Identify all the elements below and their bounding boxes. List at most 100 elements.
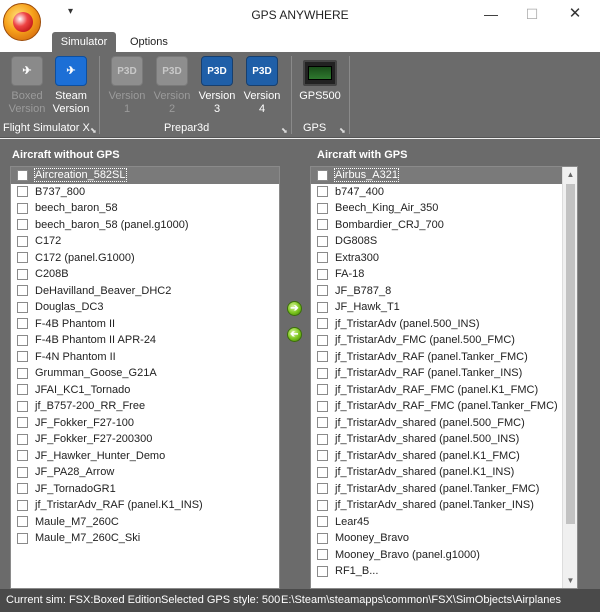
list-item[interactable]: jf_TristarAdv_RAF_FMC (panel.K1_FMC)	[311, 382, 577, 399]
checkbox[interactable]	[17, 202, 28, 214]
checkbox[interactable]	[17, 301, 28, 313]
checkbox[interactable]	[317, 483, 328, 495]
list-item[interactable]: JF_B787_8	[311, 283, 577, 300]
aircraft-with-gps-list[interactable]: Airbus_A321 b747_400 Beech_King_Air_350 Bom…	[310, 166, 578, 589]
maximize-button[interactable]: ☐	[517, 4, 547, 24]
scrollbar-thumb[interactable]	[566, 184, 575, 524]
checkbox[interactable]	[17, 384, 28, 396]
list-item[interactable]: Mooney_Bravo (panel.g1000)	[311, 547, 577, 564]
list-item[interactable]: F-4B Phantom II APR-24	[11, 332, 279, 349]
list-item[interactable]: Douglas_DC3	[11, 299, 279, 316]
checkbox[interactable]	[317, 400, 328, 412]
checkbox[interactable]	[17, 318, 28, 330]
list-item[interactable]: jf_TristarAdv_FMC (panel.500_FMC)	[311, 332, 577, 349]
list-item[interactable]: F-4N Phantom II	[11, 349, 279, 366]
checkbox[interactable]	[317, 417, 328, 429]
list-item[interactable]: jf_TristarAdv_shared (panel.500_FMC)	[311, 415, 577, 432]
app-menu-orb-icon[interactable]	[3, 3, 41, 41]
checkbox[interactable]	[17, 186, 28, 198]
group-launcher-icon[interactable]: ⬊	[90, 126, 97, 135]
list-item[interactable]: C172	[11, 233, 279, 250]
list-item[interactable]: jf_TristarAdv_RAF (panel.Tanker_INS)	[311, 365, 577, 382]
list-item[interactable]: Grumman_Goose_G21A	[11, 365, 279, 382]
checkbox[interactable]	[317, 318, 328, 330]
list-item[interactable]: jf_B757-200_RR_Free	[11, 398, 279, 415]
checkbox[interactable]	[17, 532, 28, 544]
checkbox[interactable]	[17, 169, 28, 181]
tab-simulator[interactable]: Simulator	[52, 32, 116, 52]
checkbox[interactable]	[317, 384, 328, 396]
list-item[interactable]: Lear45	[311, 514, 577, 531]
checkbox[interactable]	[317, 334, 328, 346]
checkbox[interactable]	[317, 268, 328, 280]
list-item[interactable]: Mooney_Bravo	[311, 530, 577, 547]
list-item[interactable]: JF_Hawk_T1	[311, 299, 577, 316]
arrow-right-circle-icon[interactable]: ➔	[287, 301, 302, 316]
list-item[interactable]: jf_TristarAdv_shared (panel.K1_FMC)	[311, 448, 577, 465]
tab-options[interactable]: Options	[120, 32, 178, 52]
p3d-version-4-button[interactable]: P3D Version 4	[239, 56, 285, 116]
checkbox[interactable]	[17, 285, 28, 297]
list-item[interactable]: DeHavilland_Beaver_DHC2	[11, 283, 279, 300]
checkbox[interactable]	[317, 301, 328, 313]
list-item[interactable]: beech_baron_58 (panel.g1000)	[11, 217, 279, 234]
list-item[interactable]: jf_TristarAdv_shared (panel.Tanker_FMC)	[311, 481, 577, 498]
checkbox[interactable]	[17, 252, 28, 264]
checkbox[interactable]	[17, 516, 28, 528]
list-item[interactable]: jf_TristarAdv_RAF (panel.Tanker_FMC)	[311, 349, 577, 366]
arrow-left-circle-icon[interactable]: ➔	[287, 327, 302, 342]
checkbox[interactable]	[317, 466, 328, 478]
checkbox[interactable]	[317, 433, 328, 445]
checkbox[interactable]	[317, 516, 328, 528]
list-item[interactable]: Extra300	[311, 250, 577, 267]
checkbox[interactable]	[17, 219, 28, 231]
list-item[interactable]: Maule_M7_260C	[11, 514, 279, 531]
checkbox[interactable]	[317, 549, 328, 561]
group-launcher-icon[interactable]: ⬊	[339, 126, 346, 135]
checkbox[interactable]	[317, 285, 328, 297]
list-item[interactable]: Maule_M7_260C_Ski	[11, 530, 279, 547]
list-item[interactable]: B737_800	[11, 184, 279, 201]
checkbox[interactable]	[317, 235, 328, 247]
scroll-down-icon[interactable]: ▼	[563, 573, 577, 588]
list-item[interactable]: Aircreation_582SL	[11, 167, 279, 184]
checkbox[interactable]	[17, 351, 28, 363]
checkbox[interactable]	[317, 532, 328, 544]
minimize-button[interactable]: —	[476, 4, 506, 24]
list-item[interactable]: FA-18	[311, 266, 577, 283]
list-item[interactable]: Beech_King_Air_350	[311, 200, 577, 217]
checkbox[interactable]	[17, 499, 28, 511]
list-item[interactable]: JF_Hawker_Hunter_Demo	[11, 448, 279, 465]
checkbox[interactable]	[317, 450, 328, 462]
list-item[interactable]: jf_TristarAdv_shared (panel.Tanker_INS)	[311, 497, 577, 514]
checkbox[interactable]	[17, 400, 28, 412]
close-button[interactable]: ✕	[560, 4, 590, 24]
list-item[interactable]: JF_PA28_Arrow	[11, 464, 279, 481]
checkbox[interactable]	[17, 466, 28, 478]
list-item[interactable]: JF_Fokker_F27-200300	[11, 431, 279, 448]
fsx-steam-version-button[interactable]: ✈ Steam Version	[48, 56, 94, 116]
list-item[interactable]: JFAI_KC1_Tornado	[11, 382, 279, 399]
checkbox[interactable]	[17, 450, 28, 462]
checkbox[interactable]	[17, 235, 28, 247]
checkbox[interactable]	[317, 202, 328, 214]
list-item[interactable]: C172 (panel.G1000)	[11, 250, 279, 267]
checkbox[interactable]	[317, 169, 328, 181]
list-item[interactable]: beech_baron_58	[11, 200, 279, 217]
checkbox[interactable]	[317, 367, 328, 379]
list-item[interactable]: jf_TristarAdv_shared (panel.500_INS)	[311, 431, 577, 448]
vertical-scrollbar[interactable]: ▲ ▼	[562, 167, 577, 588]
list-item[interactable]: jf_TristarAdv_shared (panel.K1_INS)	[311, 464, 577, 481]
scroll-up-icon[interactable]: ▲	[563, 167, 577, 182]
list-item[interactable]: JF_TornadoGR1	[11, 481, 279, 498]
checkbox[interactable]	[17, 433, 28, 445]
fsx-boxed-version-button[interactable]: ✈ Boxed Version	[4, 56, 50, 116]
checkbox[interactable]	[317, 219, 328, 231]
list-item[interactable]: RF1_B...	[311, 563, 577, 580]
gps500-button[interactable]: GPS500	[298, 56, 342, 103]
list-item[interactable]: Airbus_A321	[311, 167, 577, 184]
checkbox[interactable]	[317, 351, 328, 363]
p3d-version-3-button[interactable]: P3D Version 3	[194, 56, 240, 116]
checkbox[interactable]	[317, 252, 328, 264]
list-item[interactable]: jf_TristarAdv (panel.500_INS)	[311, 316, 577, 333]
